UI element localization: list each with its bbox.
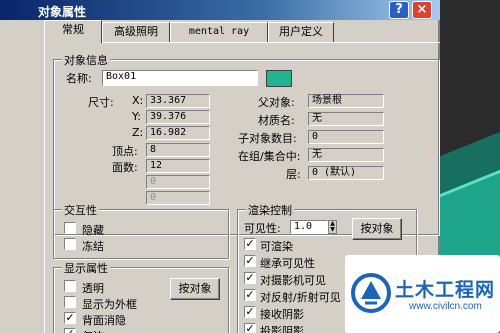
interactivity-group: 交互性 隐藏 冻结 (53, 202, 229, 259)
inherit-visibility-checkbox[interactable]: ✓ (244, 255, 256, 267)
civil-logo-icon (351, 273, 391, 313)
rendering-control-legend: 渲染控制 (246, 202, 294, 218)
object-info-legend: 对象信息 (62, 52, 110, 68)
hide-checkbox[interactable] (64, 222, 76, 234)
interactivity-legend: 交互性 (62, 202, 99, 218)
help-button[interactable]: ? (389, 1, 409, 19)
watermark-url: www.civilcn.com (409, 301, 482, 312)
visibility-input[interactable]: 1.0 (290, 220, 328, 234)
y-label: Y: (132, 110, 141, 123)
layer-value: 0 (默认) (308, 166, 384, 180)
inherit-visibility-label: 继承可见性 (260, 257, 315, 270)
tab-advanced-lighting[interactable]: 高级照明 (102, 22, 170, 42)
material-label: 材质名: (258, 114, 295, 127)
visibility-spinner[interactable]: ▲ ▼ (328, 220, 337, 234)
parent-value: 场景根 (308, 94, 384, 108)
faces-label: 面数: (112, 161, 138, 174)
cast-shadows-checkbox[interactable]: ✓ (244, 323, 256, 333)
display-properties-legend: 显示属性 (62, 260, 110, 276)
y-value: 39.376 (146, 110, 210, 124)
extra-count-2: 0 (146, 191, 210, 205)
dimensions-label: 尺寸: (88, 96, 114, 109)
group-label: 在组/集合中: (238, 150, 301, 163)
backface-cull-checkbox[interactable]: ✓ (64, 312, 76, 324)
display-as-box-checkbox[interactable] (64, 296, 76, 308)
x-label: X: (132, 94, 144, 107)
transparent-checkbox[interactable] (64, 280, 76, 292)
z-value: 16.982 (146, 126, 210, 140)
visible-to-camera-checkbox[interactable]: ✓ (244, 272, 256, 284)
renderable-checkbox[interactable]: ✓ (244, 238, 256, 250)
display-as-box-label: 显示为外框 (82, 298, 137, 311)
material-value: 无 (308, 112, 384, 126)
name-label: 名称: (66, 72, 92, 85)
edges-only-checkbox[interactable]: ✓ (64, 328, 76, 333)
render-by-object-button[interactable]: 按对象 (352, 218, 402, 240)
visible-to-reflection-checkbox[interactable]: ✓ (244, 289, 256, 301)
faces-value: 12 (146, 159, 210, 173)
tab-mental-ray[interactable]: mental ray (170, 22, 268, 42)
display-properties-group: 显示属性 透明 按对象 显示为外框 ✓ 背面消隐 ✓ 仅边 (53, 260, 229, 333)
extra-count-1: 0 (146, 175, 210, 189)
receive-shadows-label: 接收阴影 (260, 308, 304, 321)
transparent-label: 透明 (82, 282, 104, 295)
visibility-label: 可见性: (244, 222, 281, 235)
cast-shadows-label: 投影阴影 (260, 325, 304, 333)
x-value: 33.367 (146, 94, 210, 108)
close-button[interactable]: × (412, 1, 432, 19)
title-bar[interactable]: 对象属性 (0, 0, 440, 20)
hide-label: 隐藏 (82, 224, 104, 237)
watermark-title: 土木工程网 (395, 279, 496, 301)
z-label: Z: (132, 126, 144, 139)
tab-user-defined[interactable]: 用户定义 (268, 22, 334, 42)
display-by-object-button[interactable]: 按对象 (170, 278, 220, 300)
visible-to-reflection-label: 对反射/折射可见 (260, 291, 341, 304)
receive-shadows-checkbox[interactable]: ✓ (244, 306, 256, 318)
object-color-swatch[interactable] (266, 70, 292, 87)
layer-label: 层: (286, 168, 301, 181)
parent-label: 父对象: (258, 96, 295, 109)
edges-only-label: 仅边 (82, 328, 104, 333)
name-input[interactable]: Box01 (102, 70, 258, 86)
renderable-label: 可渲染 (260, 240, 293, 253)
children-label: 子对象数目: (238, 132, 297, 145)
window-title: 对象属性 (38, 5, 87, 19)
vertices-value: 8 (146, 143, 210, 157)
children-value: 0 (308, 130, 384, 144)
freeze-checkbox[interactable] (64, 238, 76, 250)
group-value: 无 (308, 148, 384, 162)
tab-general[interactable]: 常规 (44, 20, 102, 43)
backface-cull-label: 背面消隐 (82, 314, 126, 327)
vertices-label: 顶点: (112, 145, 138, 158)
freeze-label: 冻结 (82, 240, 104, 253)
site-watermark: 土木工程网 www.civilcn.com (345, 255, 500, 333)
visible-to-camera-label: 对摄影机可见 (260, 274, 326, 287)
